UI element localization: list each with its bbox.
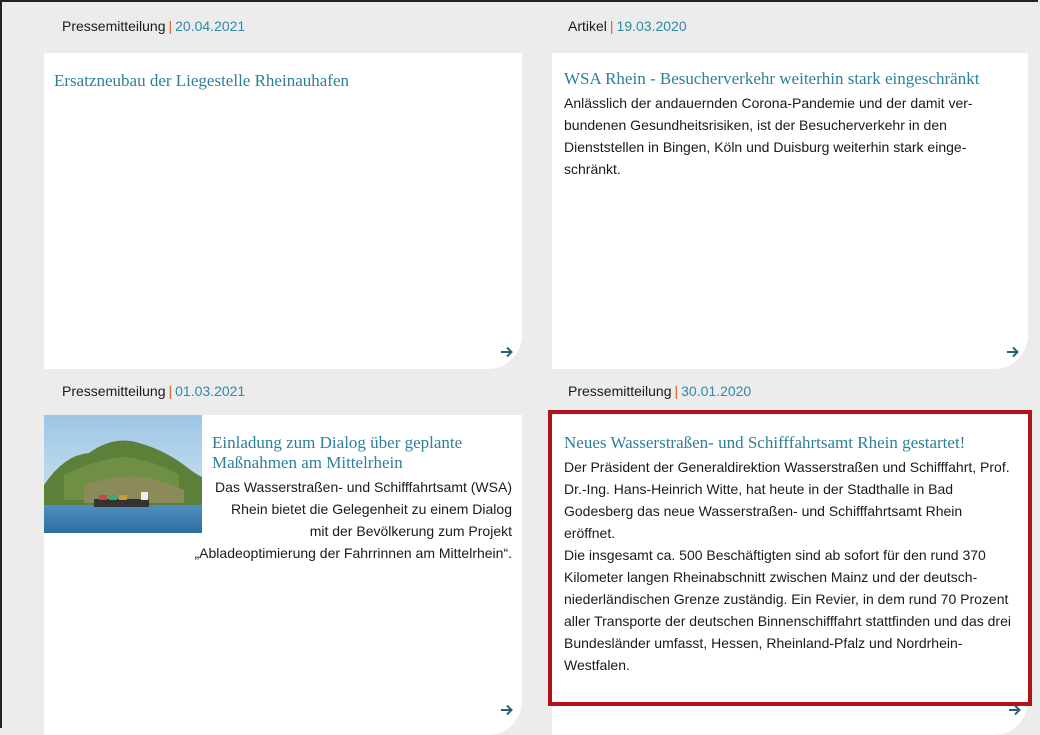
news-card[interactable]: Einladung zum Dialog über geplante Maßna… — [44, 415, 522, 735]
arrow-right-icon[interactable] — [498, 343, 516, 361]
highlight-frame — [548, 410, 1032, 706]
card-date: 19.03.2020 — [616, 18, 687, 34]
card-type: Artikel — [568, 18, 607, 34]
rhine-landscape-image[interactable] — [44, 415, 202, 533]
card-text: Anlässlich der andauernden Corona-Pandem… — [564, 95, 973, 177]
meta-separator: | — [609, 18, 614, 34]
card-type: Pressemitteilung — [568, 383, 672, 399]
card-date: 01.03.2021 — [175, 383, 246, 399]
card-date: 20.04.2021 — [175, 18, 246, 34]
card-title[interactable]: Ersatzneubau der Liegestelle Rheinauhafe… — [54, 71, 512, 91]
arrow-right-icon[interactable] — [1004, 343, 1022, 361]
card-type: Pressemitteilung — [62, 383, 166, 399]
news-card[interactable]: Ersatzneubau der Liegestelle Rheinauhafe… — [44, 53, 522, 369]
card-meta: Artikel | 19.03.2020 — [568, 18, 687, 34]
meta-separator: | — [674, 383, 679, 399]
card-date: 30.01.2020 — [681, 383, 752, 399]
meta-separator: | — [168, 383, 173, 399]
card-type: Pressemitteilung — [62, 18, 166, 34]
card-meta: Pressemitteilung | 01.03.2021 — [62, 383, 245, 399]
news-card[interactable]: WSA Rhein - Besucherverkehr weiterhin st… — [552, 53, 1028, 369]
card-meta: Pressemitteilung | 20.04.2021 — [62, 18, 245, 34]
card-meta: Pressemitteilung | 30.01.2020 — [568, 383, 751, 399]
arrow-right-icon[interactable] — [498, 701, 516, 719]
meta-separator: | — [168, 18, 173, 34]
card-title[interactable]: WSA Rhein - Besucherverkehr weiterhin st… — [564, 69, 1016, 89]
